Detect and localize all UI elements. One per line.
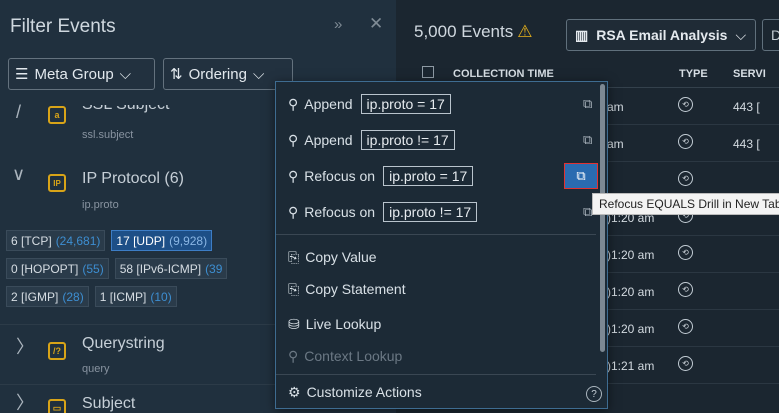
close-icon[interactable]: ✕ bbox=[369, 14, 383, 34]
chevron-right-icon: 〉 bbox=[16, 337, 34, 357]
search-icon: ⚲ bbox=[288, 95, 299, 112]
subject-icon: ▭ bbox=[48, 399, 66, 413]
meta-key-name: ssl.subject bbox=[82, 129, 134, 141]
meta-group-dropdown[interactable]: ☰ Meta Group ⌵ bbox=[8, 58, 155, 90]
network-type-icon: ⟲ bbox=[678, 171, 693, 186]
query-expression: ip.proto != 17 bbox=[383, 202, 478, 222]
search-icon: ⚲ bbox=[288, 131, 299, 148]
menu-item-live-lookup[interactable]: ⛁ Live Lookup bbox=[276, 308, 596, 340]
meta-key-title: SSL Subject bbox=[82, 96, 170, 113]
chevron-down-icon: ∨ bbox=[12, 164, 26, 184]
menu-item-context-lookup[interactable]: ⚲ Context Lookup bbox=[276, 340, 596, 372]
profile-label: RSA Email Analysis bbox=[596, 27, 728, 43]
network-type-icon: ⟲ bbox=[678, 97, 693, 112]
network-type-icon: ⟲ bbox=[678, 134, 693, 149]
meta-group-label: Meta Group bbox=[34, 65, 114, 83]
open-in-new-tab-icon[interactable]: ⧉ bbox=[583, 204, 592, 220]
filter-panel-header: Filter Events » ✕ bbox=[0, 0, 396, 56]
menu-item-customize-actions[interactable]: ⚙ Customize Actions ? bbox=[276, 376, 602, 408]
profile-dropdown[interactable]: ▥ RSA Email Analysis ⌵ bbox=[566, 19, 756, 51]
double-chevron-right-icon[interactable]: » bbox=[334, 16, 342, 33]
ip-icon: IP bbox=[48, 174, 66, 192]
menu-item-append-not-equals[interactable]: ⚲ Append ip.proto != 17 ⧉ bbox=[276, 124, 596, 156]
meta-key-title: IP Protocol (6) bbox=[82, 170, 184, 187]
service-cell: 443 [ bbox=[733, 100, 760, 114]
value-row: 0 [HOPOPT] (55) 58 [IPv6-ICMP] (39 bbox=[6, 258, 228, 279]
query-expression: ip.proto = 17 bbox=[383, 166, 474, 186]
meta-value-chip[interactable]: 58 [IPv6-ICMP] (39 bbox=[114, 258, 228, 279]
collection-time-cell: )1:20 am bbox=[607, 248, 655, 262]
gear-icon: ⚙ bbox=[288, 383, 301, 400]
meta-value-chip[interactable]: 6 [TCP] (24,681) bbox=[6, 230, 106, 251]
service-cell: 443 [ bbox=[733, 137, 760, 151]
collection-time-cell: am bbox=[607, 137, 624, 151]
chevron-down-icon: ⌵ bbox=[252, 65, 265, 83]
copy-icon: ⎘ bbox=[288, 248, 300, 265]
open-in-new-tab-icon[interactable]: ⧉ bbox=[583, 96, 592, 112]
column-header-service[interactable]: SERVI bbox=[733, 68, 766, 80]
secondary-dropdown[interactable]: De bbox=[762, 19, 779, 51]
menu-item-copy-value[interactable]: ⎘ Copy Value bbox=[276, 241, 596, 273]
menu-scrollbar[interactable] bbox=[600, 84, 605, 352]
menu-item-append-equals[interactable]: ⚲ Append ip.proto = 17 ⧉ bbox=[276, 88, 596, 120]
lock-icon: a bbox=[48, 106, 66, 124]
meta-value-chip[interactable]: 2 [IGMP] (28) bbox=[6, 286, 89, 307]
search-icon: ⚲ bbox=[288, 167, 299, 184]
tooltip: Refocus EQUALS Drill in New Tab bbox=[592, 193, 779, 215]
query-expression: ip.proto != 17 bbox=[360, 130, 455, 150]
network-type-icon: ⟲ bbox=[678, 356, 693, 371]
menu-item-refocus-not-equals[interactable]: ⚲ Refocus on ip.proto != 17 ⧉ bbox=[276, 196, 596, 228]
meta-value-chip-selected[interactable]: 17 [UDP] (9,928) bbox=[111, 230, 213, 251]
sort-icon: ⇅ bbox=[170, 66, 183, 83]
help-icon[interactable]: ? bbox=[586, 386, 602, 402]
value-row: 6 [TCP] (24,681) 17 [UDP] (9,928) bbox=[6, 230, 213, 251]
meta-value-chip[interactable]: 0 [HOPOPT] (55) bbox=[6, 258, 109, 279]
chevron-down-icon: ⌵ bbox=[735, 26, 747, 43]
column-header-collection-time[interactable]: COLLECTION TIME bbox=[453, 68, 554, 80]
search-icon: ⚲ bbox=[288, 347, 299, 364]
copy-icon: ⎘ bbox=[288, 280, 300, 297]
search-icon: ⚲ bbox=[288, 203, 299, 220]
menu-divider bbox=[276, 374, 596, 375]
database-icon: ⛁ bbox=[288, 315, 300, 332]
ordering-label: Ordering bbox=[188, 65, 247, 83]
collection-time-cell: )1:20 am bbox=[607, 285, 655, 299]
list-icon: ☰ bbox=[15, 66, 29, 83]
columns-icon: ▥ bbox=[575, 26, 589, 43]
ordering-dropdown[interactable]: ⇅ Ordering ⌵ bbox=[163, 58, 293, 90]
collection-time-cell: )1:21 am bbox=[607, 359, 655, 373]
open-in-new-tab-icon[interactable]: ⧉ bbox=[583, 132, 592, 148]
value-row: 2 [IGMP] (28) 1 [ICMP] (10) bbox=[6, 286, 177, 307]
menu-item-refocus-equals[interactable]: ⚲ Refocus on ip.proto = 17 ⧉ bbox=[276, 160, 598, 192]
collection-time-cell: am bbox=[607, 100, 624, 114]
meta-key-name: query bbox=[82, 363, 110, 375]
chevron-down-icon: ⌵ bbox=[119, 65, 132, 83]
chevron-right-icon: 〉 bbox=[16, 393, 34, 413]
select-all-checkbox[interactable] bbox=[422, 66, 434, 78]
meta-key-name: ip.proto bbox=[82, 199, 119, 211]
network-type-icon: ⟲ bbox=[678, 245, 693, 260]
menu-divider bbox=[276, 234, 596, 235]
network-type-icon: ⟲ bbox=[678, 282, 693, 297]
context-menu: ⚲ Append ip.proto = 17 ⧉ ⚲ Append ip.pro… bbox=[275, 81, 608, 409]
network-type-icon: ⟲ bbox=[678, 319, 693, 334]
warning-icon[interactable]: ⚠ bbox=[517, 22, 532, 42]
collection-time-cell: )1:20 am bbox=[607, 322, 655, 336]
column-header-type[interactable]: TYPE bbox=[679, 68, 708, 80]
panel-title: Filter Events bbox=[10, 16, 116, 37]
meta-key-title: Subject bbox=[82, 395, 136, 412]
meta-value-chip[interactable]: 1 [ICMP] (10) bbox=[94, 286, 177, 307]
events-count: 5,000 Events ⚠ bbox=[414, 22, 533, 42]
query-icon: /? bbox=[48, 342, 66, 360]
menu-item-copy-statement[interactable]: ⎘ Copy Statement bbox=[276, 273, 596, 305]
meta-key-title: Querystring bbox=[82, 335, 165, 352]
chevron-right-icon: / bbox=[16, 102, 22, 122]
open-in-new-tab-icon-highlighted[interactable]: ⧉ bbox=[564, 163, 598, 189]
query-expression: ip.proto = 17 bbox=[360, 94, 451, 114]
